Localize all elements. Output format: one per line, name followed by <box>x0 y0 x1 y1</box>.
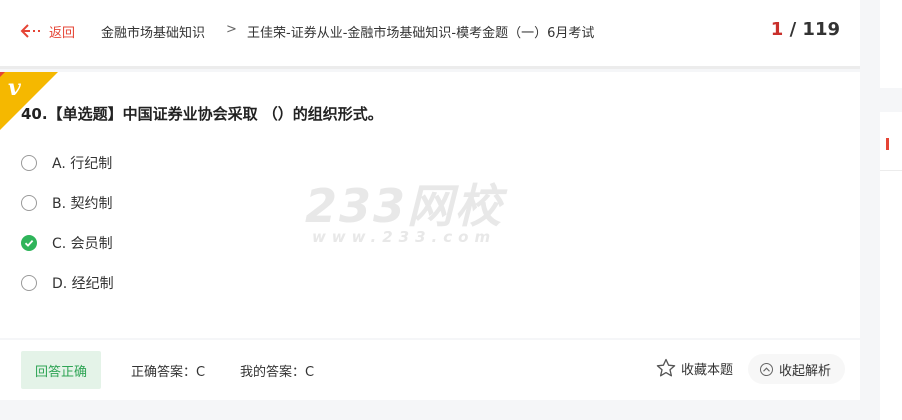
counter-separator: / <box>789 19 803 40</box>
option-label: B. 契约制 <box>52 196 113 212</box>
sidebar-divider <box>880 170 902 171</box>
watermark-url: www.233.com <box>311 228 497 246</box>
option-d[interactable]: D. 经纪制 <box>21 272 114 294</box>
breadcrumb-exam: 王佳荣-证券从业-金融市场基础知识-模考金题（一）6月考试 <box>247 26 595 41</box>
current-question-number: 1 <box>770 19 784 40</box>
vip-badge-letter: v <box>8 75 21 101</box>
check-icon <box>24 239 34 247</box>
option-a[interactable]: A. 行纪制 <box>21 152 112 174</box>
answer-status-badge: 回答正确 <box>21 351 101 389</box>
watermark-logo: 233网校 www.233.com <box>305 180 503 246</box>
back-label: 返回 <box>49 25 76 41</box>
answer-bar: 回答正确 正确答案：C 我的答案：C 收藏本题 收起解析 <box>0 340 860 400</box>
question-title: 40.【单选题】中国证券业协会采取 （）的组织形式。 <box>21 105 383 123</box>
total-questions: 119 <box>802 19 840 40</box>
chevron-up-icon <box>760 362 773 376</box>
option-c[interactable]: C. 会员制 <box>21 232 113 254</box>
favorite-label: 收藏本题 <box>681 362 734 378</box>
right-sidebar-panel <box>880 0 902 88</box>
star-icon <box>656 358 676 377</box>
top-bar: 返回 金融市场基础知识 > 王佳荣-证券从业-金融市场基础知识-模考金题（一）6… <box>0 0 860 69</box>
breadcrumb-separator-icon: > <box>226 22 237 37</box>
collapse-label: 收起解析 <box>779 363 832 379</box>
back-arrow-icon <box>20 24 40 38</box>
breadcrumb-subject[interactable]: 金融市场基础知识 <box>101 22 205 41</box>
option-label: C. 会员制 <box>52 236 113 252</box>
collapse-analysis-button[interactable]: 收起解析 <box>748 354 846 384</box>
question-card: v 40.【单选题】中国证券业协会采取 （）的组织形式。 233网校 www.2… <box>0 72 860 338</box>
option-radio[interactable] <box>21 195 37 211</box>
back-button[interactable]: 返回 <box>20 21 75 41</box>
correct-answer: 正确答案：C <box>131 365 206 380</box>
my-answer: 我的答案：C <box>240 365 315 380</box>
question-counter: 1 / 119 <box>771 19 840 40</box>
option-label: D. 经纪制 <box>52 276 114 292</box>
option-radio-selected[interactable] <box>21 235 37 251</box>
right-sidebar-card <box>880 112 902 420</box>
option-radio[interactable] <box>21 275 37 291</box>
option-b[interactable]: B. 契约制 <box>21 192 113 214</box>
option-radio[interactable] <box>21 155 37 171</box>
favorite-button[interactable]: 收藏本题 <box>656 358 733 378</box>
watermark-text: 233网校 <box>305 179 504 233</box>
sidebar-accent-marker <box>886 138 889 150</box>
option-label: A. 行纪制 <box>52 156 113 172</box>
